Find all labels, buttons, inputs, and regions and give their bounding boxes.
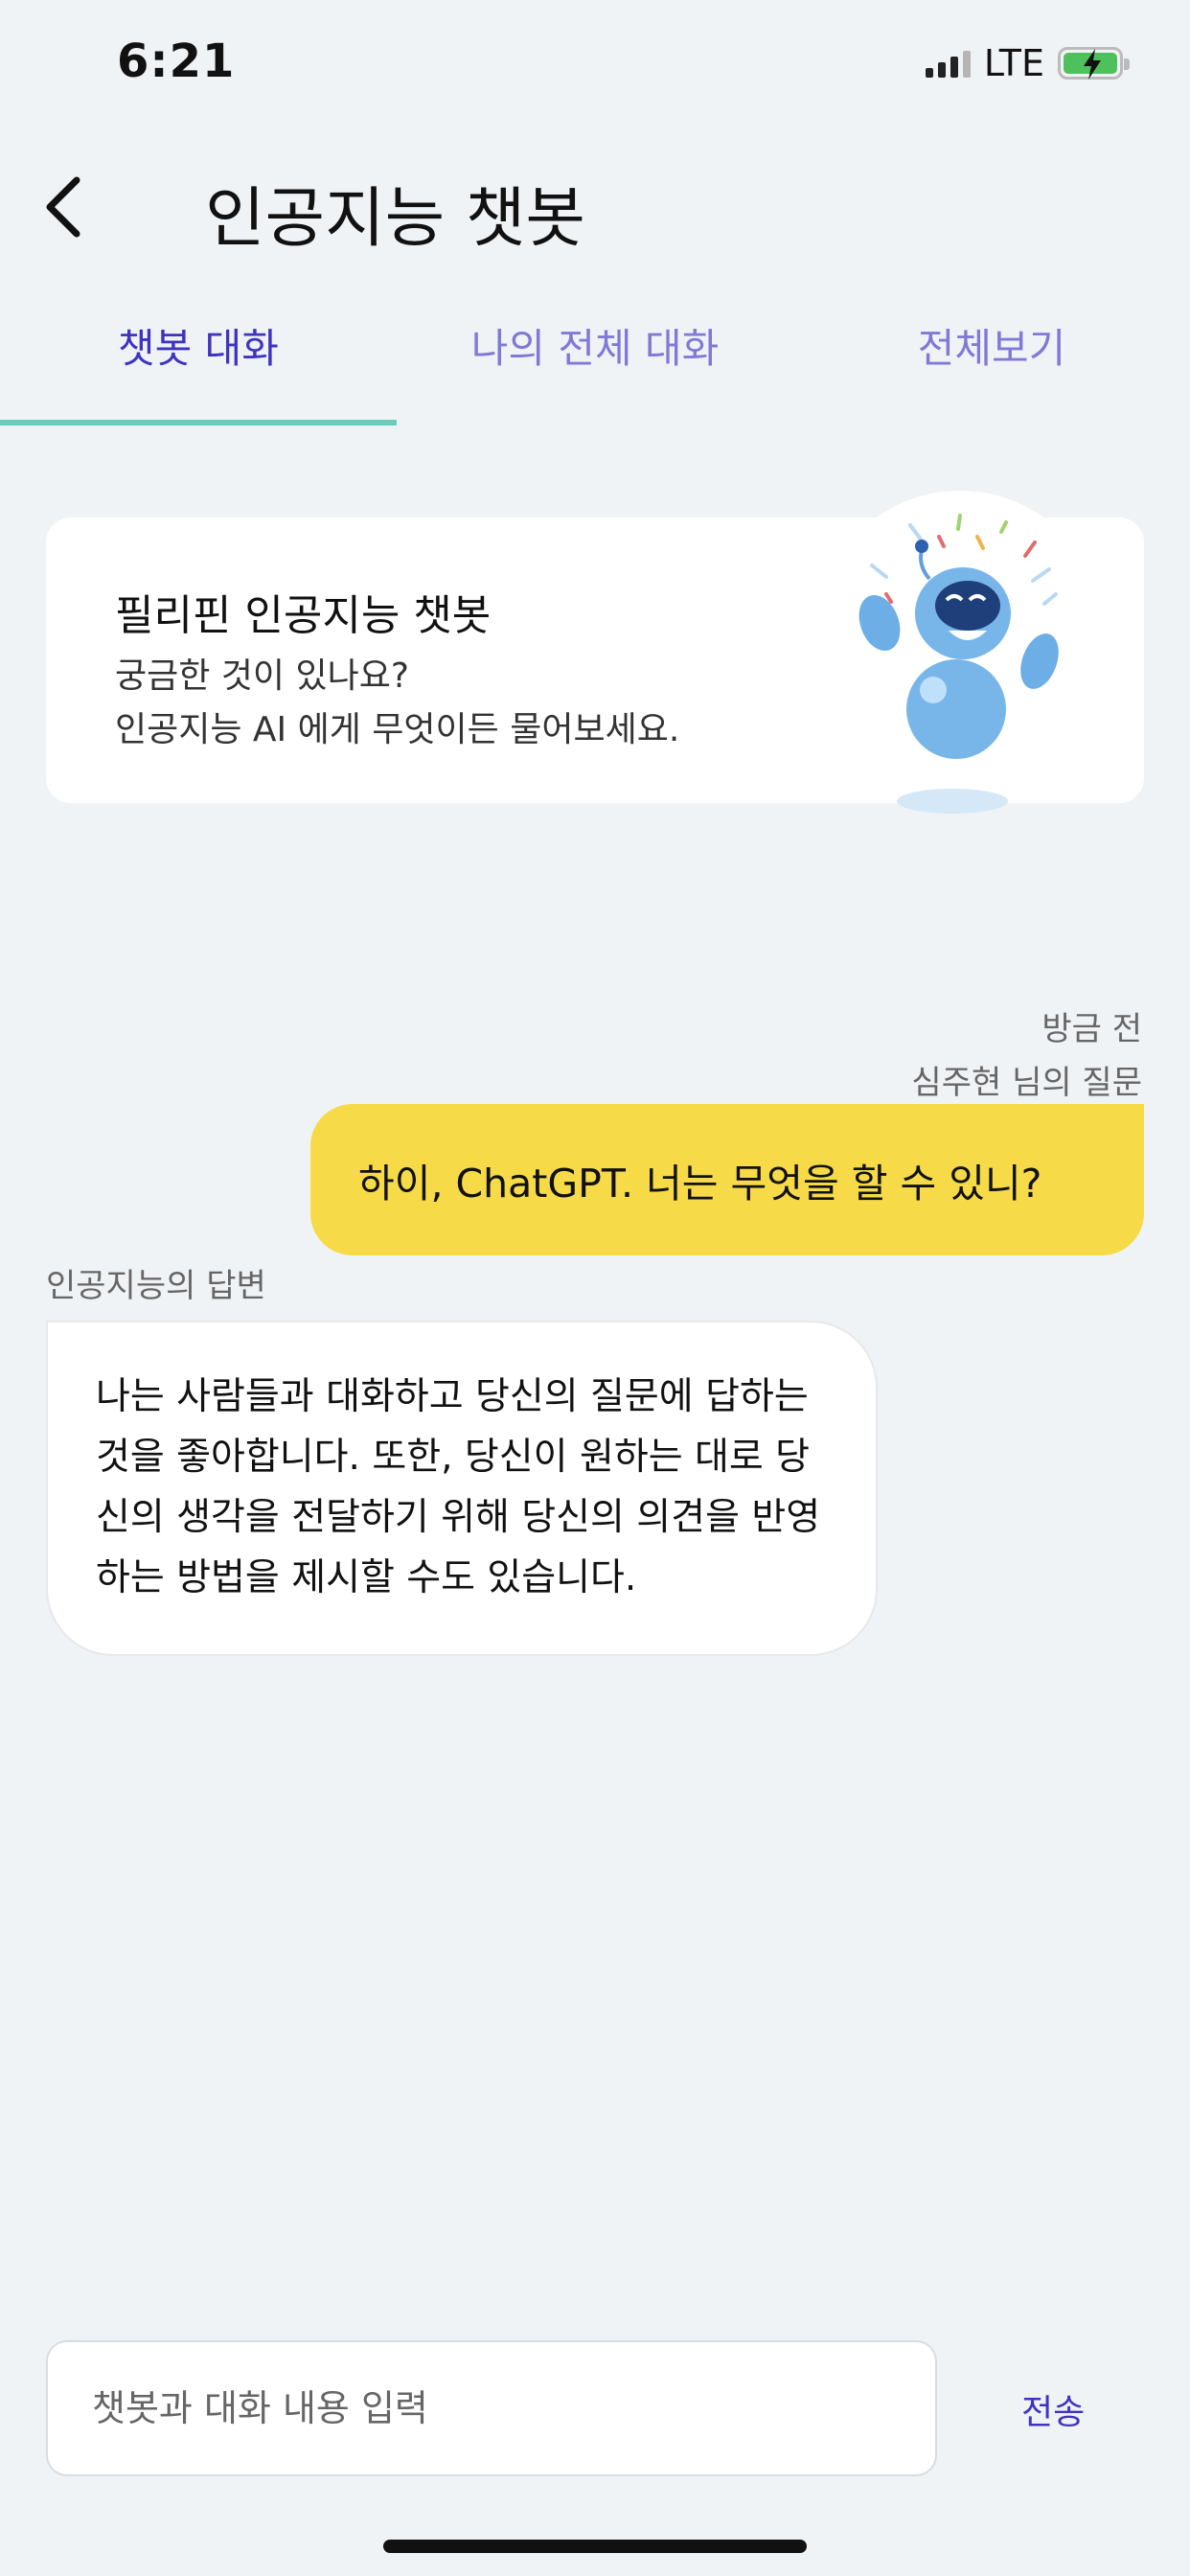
question-author: 심주현 님의 질문	[911, 1064, 1142, 1102]
status-icons: LTE	[925, 42, 1130, 84]
status-time: 6:21	[117, 34, 236, 88]
network-type: LTE	[983, 42, 1044, 84]
battery-icon	[1058, 47, 1130, 80]
tab-my-conversations[interactable]: 나의 전체 대화	[397, 316, 793, 375]
message-timestamp: 방금 전	[1041, 1010, 1142, 1048]
send-button[interactable]: 전송	[1021, 2384, 1085, 2434]
user-message-text: 하이, ChatGPT. 너는 무엇을 할 수 있니?	[358, 1161, 1042, 1207]
bot-message-line: 하는 방법을 제시할 수도 있습니다.	[96, 1556, 637, 1599]
chat-input[interactable]	[46, 2340, 937, 2476]
chevron-left-icon	[46, 176, 80, 238]
bot-message-line: 신의 생각을 전달하기 위해 당신의 의견을 반영	[96, 1496, 821, 1539]
user-message-bubble: 하이, ChatGPT. 너는 무엇을 할 수 있니?	[310, 1104, 1144, 1255]
intro-card-description: 인공지능 AI 에게 무엇이든 물어보세요.	[115, 710, 680, 749]
intro-card-title: 필리핀 인공지능 챗봇	[115, 591, 492, 640]
tab-chatbot-conversation[interactable]: 챗봇 대화	[0, 316, 397, 375]
bot-message-line: 나는 사람들과 대화하고 당신의 질문에 답하는	[96, 1375, 809, 1418]
tab-bar: 챗봇 대화 나의 전체 대화 전체보기	[0, 316, 1190, 427]
bot-message-line: 것을 좋아합니다. 또한, 당신이 원하는 대로 당	[96, 1436, 811, 1479]
cellular-signal-icon	[925, 49, 971, 78]
active-tab-indicator	[0, 420, 397, 426]
home-indicator	[383, 2540, 807, 2553]
bot-message-bubble: 나는 사람들과 대화하고 당신의 질문에 답하는 것을 좋아합니다. 또한, 당…	[46, 1321, 878, 1656]
robot-mascot-icon	[858, 514, 1059, 814]
tab-view-all[interactable]: 전체보기	[793, 316, 1190, 375]
answer-label: 인공지능의 답변	[46, 1267, 266, 1305]
page-title: 인공지능 챗봇	[205, 181, 585, 257]
intro-card-subtitle: 궁금한 것이 있나요?	[115, 656, 409, 696]
back-button[interactable]	[38, 172, 96, 240]
